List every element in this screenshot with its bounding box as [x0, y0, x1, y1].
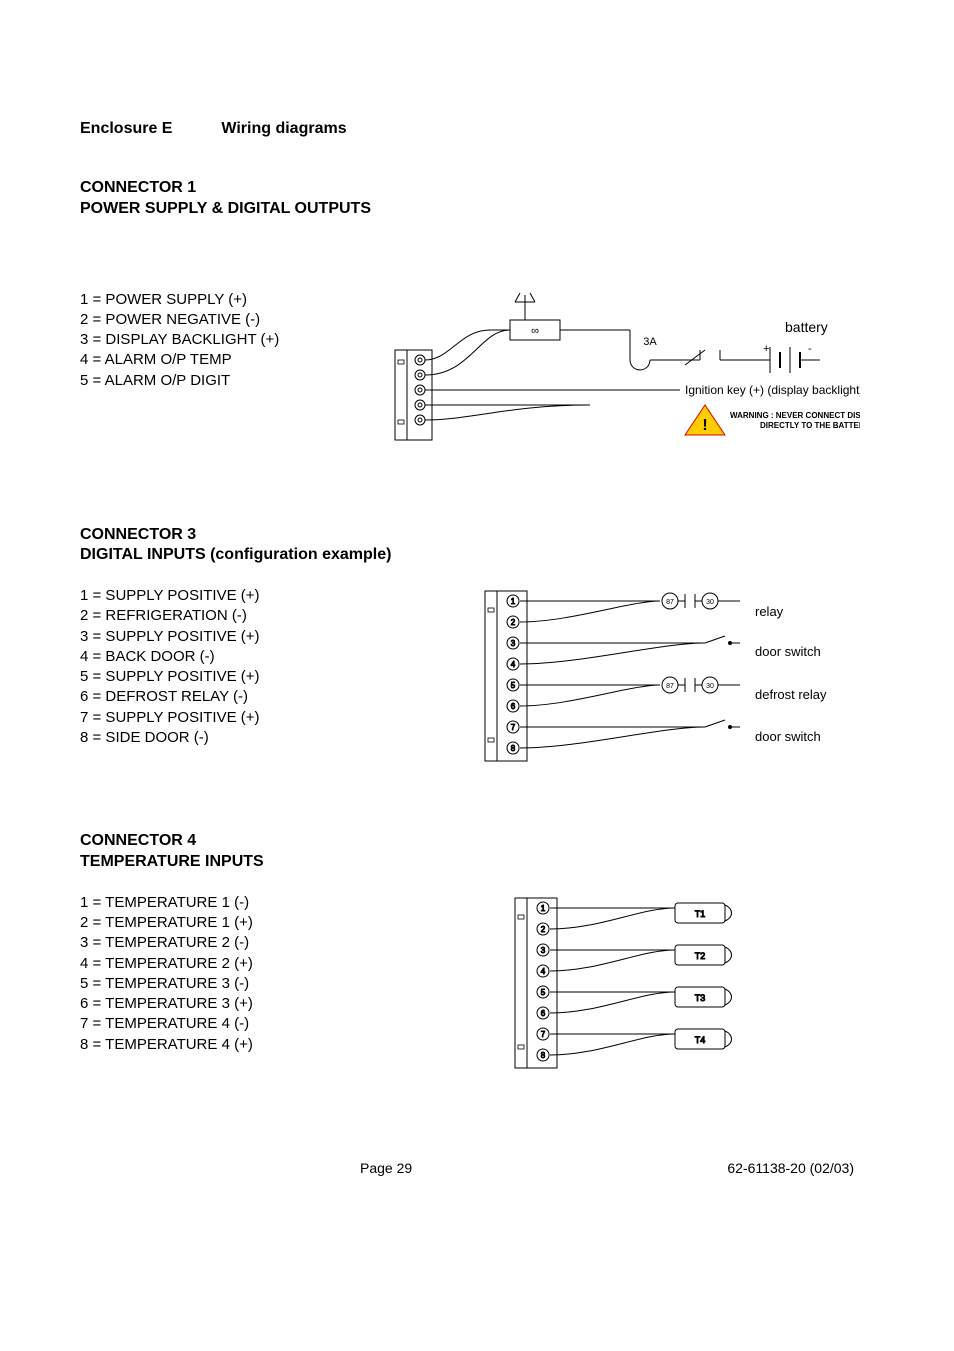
doc-number: 62-61138-20 (02/03) — [727, 1160, 854, 1176]
pin: 6 = TEMPERATURE 3 (+) — [80, 994, 390, 1014]
svg-text:7: 7 — [511, 723, 516, 732]
svg-text:7: 7 — [541, 1030, 546, 1039]
svg-text:87: 87 — [666, 683, 674, 690]
svg-text:3: 3 — [511, 639, 516, 648]
connector4-section: CONNECTOR 4 TEMPERATURE INPUTS 1 = TEMPE… — [80, 831, 874, 1078]
pin: 1 = SUPPLY POSITIVE (+) — [80, 586, 390, 606]
pin: 4 = BACK DOOR (-) — [80, 647, 390, 667]
pin: 1 = POWER SUPPLY (+) — [80, 290, 390, 310]
pin: 4 = TEMPERATURE 2 (+) — [80, 954, 390, 974]
svg-text:1: 1 — [541, 904, 546, 913]
pin: 2 = REFRIGERATION (-) — [80, 606, 390, 626]
connector4-heading1: CONNECTOR 4 — [80, 831, 874, 852]
svg-text:8: 8 — [541, 1051, 546, 1060]
svg-text:6: 6 — [541, 1009, 546, 1018]
connector4-diagram: 1 2 3 4 5 6 7 8 T1 — [390, 893, 874, 1078]
connector1-section: CONNECTOR 1 POWER SUPPLY & DIGITAL OUTPU… — [80, 178, 874, 465]
svg-text:87: 87 — [666, 599, 674, 606]
page: Enclosure E Wiring diagrams CONNECTOR 1 … — [0, 0, 954, 1351]
connector1-diagram: ∞ 3A — [390, 290, 874, 465]
svg-text:30: 30 — [706, 683, 714, 690]
warning-icon: ! — [685, 405, 725, 435]
enclosure-label: Enclosure E — [80, 120, 172, 137]
svg-text:relay: relay — [755, 604, 784, 619]
svg-text:3: 3 — [541, 946, 546, 955]
connector4-title: CONNECTOR 4 TEMPERATURE INPUTS — [80, 831, 874, 873]
svg-text:!: ! — [702, 417, 707, 434]
svg-text:door switch: door switch — [755, 644, 821, 659]
svg-text:Ignition key (+) (display back: Ignition key (+) (display backlight) — [685, 383, 860, 397]
page-number: Page 29 — [360, 1160, 412, 1176]
svg-text:T1: T1 — [695, 909, 706, 919]
pin: 3 = TEMPERATURE 2 (-) — [80, 933, 390, 953]
connector4-heading2: TEMPERATURE INPUTS — [80, 852, 874, 873]
svg-text:1: 1 — [511, 597, 516, 606]
svg-text:WARNING : NEVER CONNECT DISPLA: WARNING : NEVER CONNECT DISPLAY BACKLIGH… — [730, 411, 860, 420]
pin: 8 = TEMPERATURE 4 (+) — [80, 1035, 390, 1055]
svg-text:+: + — [763, 343, 769, 355]
enclosure-heading: Enclosure E Wiring diagrams — [80, 120, 874, 138]
svg-text:2: 2 — [511, 618, 516, 627]
connector3-pins: 1 = SUPPLY POSITIVE (+) 2 = REFRIGERATIO… — [80, 586, 390, 748]
pin: 3 = DISPLAY BACKLIGHT (+) — [80, 330, 390, 350]
pin: 7 = TEMPERATURE 4 (-) — [80, 1014, 390, 1034]
svg-text:5: 5 — [511, 681, 516, 690]
page-footer: Page 29 62-61138-20 (02/03) — [0, 1160, 954, 1176]
pin: 4 = ALARM O/P TEMP — [80, 350, 390, 370]
pin: 5 = SUPPLY POSITIVE (+) — [80, 667, 390, 687]
pin: 8 = SIDE DOOR (-) — [80, 728, 390, 748]
svg-text:battery: battery — [785, 319, 828, 335]
svg-text:DIRECTLY TO THE BATTERY: DIRECTLY TO THE BATTERY — [760, 421, 860, 430]
connector3-section: CONNECTOR 3 DIGITAL INPUTS (configuratio… — [80, 525, 874, 772]
pin: 6 = DEFROST RELAY (-) — [80, 687, 390, 707]
connector1-heading1: CONNECTOR 1 — [80, 178, 874, 199]
connector3-heading2: DIGITAL INPUTS (configuration example) — [80, 545, 874, 566]
svg-text:30: 30 — [706, 599, 714, 606]
svg-text:6: 6 — [511, 702, 516, 711]
pin: 2 = POWER NEGATIVE (-) — [80, 310, 390, 330]
connector3-heading1: CONNECTOR 3 — [80, 525, 874, 546]
svg-text:2: 2 — [541, 925, 546, 934]
svg-text:4: 4 — [541, 967, 546, 976]
svg-text:defrost relay: defrost relay — [755, 687, 827, 702]
connector1-heading2: POWER SUPPLY & DIGITAL OUTPUTS — [80, 199, 874, 220]
pin: 7 = SUPPLY POSITIVE (+) — [80, 708, 390, 728]
svg-text:3A: 3A — [643, 336, 657, 348]
svg-text:4: 4 — [511, 660, 516, 669]
pin: 5 = TEMPERATURE 3 (-) — [80, 974, 390, 994]
pin: 5 = ALARM O/P DIGIT — [80, 371, 390, 391]
connector3-diagram: 1 2 3 4 5 6 7 8 87 — [390, 586, 874, 771]
pin: 1 = TEMPERATURE 1 (-) — [80, 893, 390, 913]
svg-text:door switch: door switch — [755, 729, 821, 744]
connector1-title: CONNECTOR 1 POWER SUPPLY & DIGITAL OUTPU… — [80, 178, 874, 220]
pin: 2 = TEMPERATURE 1 (+) — [80, 913, 390, 933]
connector3-title: CONNECTOR 3 DIGITAL INPUTS (configuratio… — [80, 525, 874, 567]
connector4-pins: 1 = TEMPERATURE 1 (-) 2 = TEMPERATURE 1 … — [80, 893, 390, 1055]
svg-text:T2: T2 — [695, 951, 706, 961]
svg-text:T3: T3 — [695, 993, 706, 1003]
pin: 3 = SUPPLY POSITIVE (+) — [80, 627, 390, 647]
svg-text:8: 8 — [511, 744, 516, 753]
svg-text:T4: T4 — [695, 1035, 706, 1045]
svg-text:-: - — [808, 343, 812, 355]
svg-text:∞: ∞ — [531, 325, 539, 337]
enclosure-title: Wiring diagrams — [221, 120, 346, 137]
connector1-pins: 1 = POWER SUPPLY (+) 2 = POWER NEGATIVE … — [80, 290, 390, 391]
svg-text:5: 5 — [541, 988, 546, 997]
